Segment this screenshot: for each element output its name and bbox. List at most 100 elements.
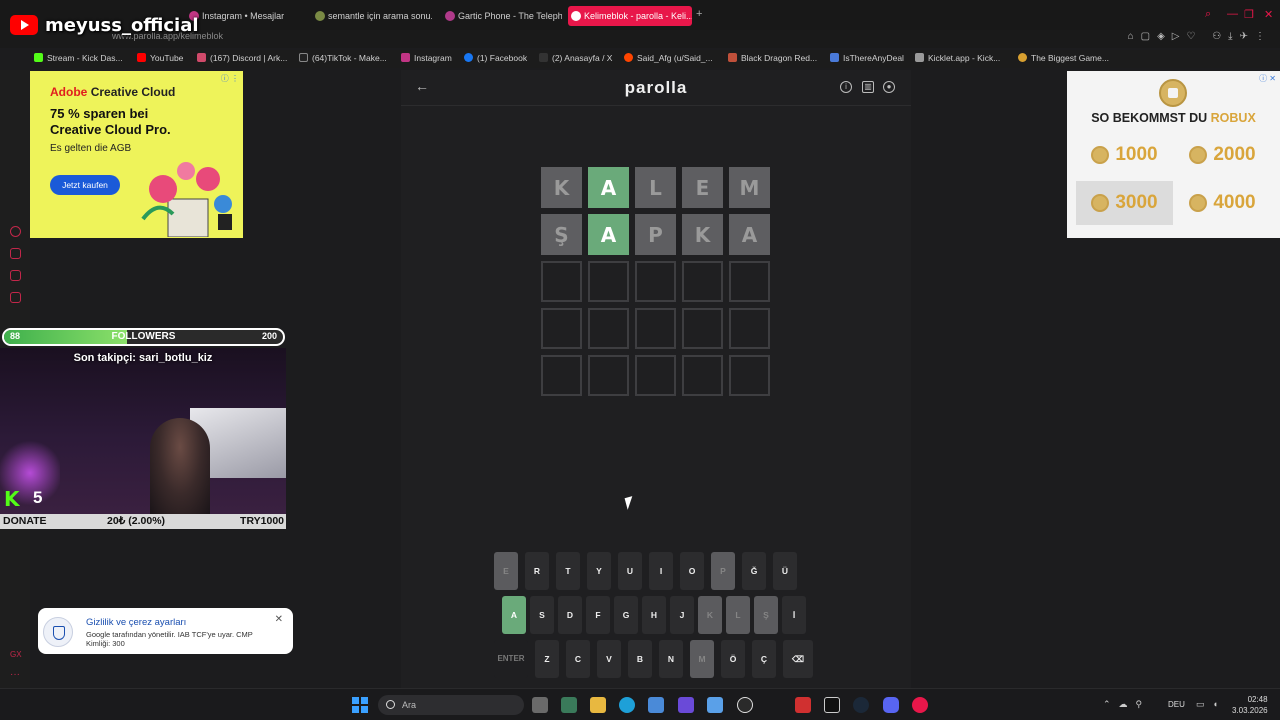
ad-adobe[interactable]: ⓘ ⋮ Adobe Creative Cloud 75 % sparen bei… — [30, 71, 243, 238]
opera-gx-icon[interactable] — [912, 697, 928, 713]
tab-semantle[interactable]: semantle için arama sonu... — [312, 6, 432, 26]
robux-option[interactable]: 3000 — [1076, 181, 1173, 225]
key-l[interactable]: L — [726, 596, 750, 634]
language-indicator[interactable]: DEU — [1168, 700, 1185, 709]
grid-cell — [729, 355, 770, 396]
tab-kelimeblok[interactable]: Kelimeblok - parolla - Keli... — [568, 6, 692, 26]
epic-games-icon[interactable] — [824, 697, 840, 713]
network-volume-icons[interactable]: ▭◖ — [1196, 699, 1226, 710]
tab-instagram[interactable]: Instagram • Mesajlar — [186, 6, 306, 26]
close-icon[interactable]: ✕ — [1264, 8, 1273, 21]
mail-icon[interactable] — [10, 292, 21, 303]
photos-icon[interactable] — [707, 697, 723, 713]
settings-icon[interactable]: GX — [10, 650, 22, 661]
key-j[interactable]: J — [670, 596, 694, 634]
key-k[interactable]: K — [698, 596, 722, 634]
key-v[interactable]: V — [597, 640, 621, 678]
key-y[interactable]: Y — [587, 552, 611, 590]
bookmark-tiktok[interactable]: (64)TikTok - Make... — [299, 53, 387, 63]
file-explorer-icon[interactable] — [532, 697, 548, 713]
key-p[interactable]: P — [711, 552, 735, 590]
key-g[interactable]: G — [614, 596, 638, 634]
bookmark-black-dragon[interactable]: Black Dragon Red... — [728, 53, 817, 63]
discord-icon[interactable] — [883, 697, 899, 713]
key-e[interactable]: E — [494, 552, 518, 590]
key-h[interactable]: H — [642, 596, 666, 634]
bookmark-isthereanydeal[interactable]: IsThereAnyDeal — [830, 53, 904, 63]
key-i[interactable]: I — [649, 552, 673, 590]
calculator-icon[interactable] — [678, 697, 694, 713]
key-b[interactable]: B — [628, 640, 652, 678]
robux-option[interactable]: 4000 — [1174, 181, 1271, 225]
key-ü[interactable]: Ü — [773, 552, 797, 590]
info-icon[interactable]: i — [840, 81, 852, 93]
tab-gartic[interactable]: Gartic Phone - The Teleph... — [442, 6, 562, 26]
ad-robux[interactable]: ⓘ ✕ SO BEKOMMST DU ROBUX 1000 2000 3000 … — [1067, 71, 1280, 238]
bookmark-instagram[interactable]: Instagram — [401, 53, 452, 63]
bookmark-kicklet[interactable]: Kicklet.app - Kick... — [915, 53, 1000, 63]
windows-taskbar: Ara ⌃☁⚲ DEU ▭◖ 02:48 3.03.2026 — [0, 688, 1280, 720]
ad-cta-button[interactable]: Jetzt kaufen — [50, 175, 120, 195]
key-o[interactable]: O — [680, 552, 704, 590]
key-s[interactable]: S — [530, 596, 554, 634]
bookmark-youtube[interactable]: YouTube — [137, 53, 183, 63]
system-tray-icons[interactable]: ⌃☁⚲ — [1103, 699, 1150, 710]
bookmark-x[interactable]: (2) Anasayfa / X — [539, 53, 612, 63]
key-ğ[interactable]: Ğ — [742, 552, 766, 590]
clock[interactable]: 02:48 3.03.2026 — [1232, 694, 1268, 716]
ad-info-icon[interactable]: ⓘ ⋮ — [221, 73, 239, 84]
channel-name: meyuss_official — [45, 14, 199, 36]
ad-info-icon[interactable]: ⓘ ✕ — [1259, 73, 1276, 84]
bookmark-kick[interactable]: Stream - Kick Das... — [34, 53, 123, 63]
bookmark-discord[interactable]: (167) Discord | Ark... — [197, 53, 287, 63]
key-d[interactable]: D — [558, 596, 582, 634]
key-z[interactable]: Z — [535, 640, 559, 678]
folder-icon[interactable] — [590, 697, 606, 713]
backspace-icon[interactable]: ⌫ — [783, 640, 813, 678]
search-icon[interactable]: ⌕ — [1205, 8, 1211, 21]
maximize-icon[interactable]: ❐ — [1244, 8, 1254, 21]
close-icon[interactable]: ✕ — [275, 614, 283, 625]
key-u[interactable]: U — [618, 552, 642, 590]
grid-cell: K — [541, 167, 582, 208]
taskbar-search[interactable]: Ara — [378, 695, 524, 715]
bookmark-biggest-game[interactable]: The Biggest Game... — [1018, 53, 1109, 63]
store-icon[interactable] — [648, 697, 664, 713]
robux-option[interactable]: 2000 — [1174, 133, 1271, 177]
edge-icon[interactable] — [619, 697, 635, 713]
windows-start-icon[interactable] — [352, 697, 368, 713]
key-a[interactable]: A — [502, 596, 526, 634]
minimize-icon[interactable]: — — [1227, 8, 1238, 20]
robux-option[interactable]: 1000 — [1076, 133, 1173, 177]
more-icon[interactable]: ··· — [10, 670, 21, 683]
key-f[interactable]: F — [586, 596, 610, 634]
stats-icon[interactable]: ▥ — [862, 81, 874, 93]
steam-icon[interactable] — [853, 697, 869, 713]
bookmark-reddit[interactable]: Said_Afg (u/Said_... — [624, 53, 713, 63]
account-icon[interactable]: ● — [883, 81, 895, 93]
app-icon[interactable] — [795, 697, 811, 713]
key-ç[interactable]: Ç — [752, 640, 776, 678]
consent-title[interactable]: Gizlilik ve çerez ayarları — [86, 617, 186, 628]
chat-icon[interactable] — [10, 270, 21, 281]
key-i̇[interactable]: İ — [782, 596, 806, 634]
enter-key[interactable]: ENTER — [494, 640, 528, 678]
kicklet-icon — [915, 53, 924, 62]
widgets-icon[interactable] — [561, 697, 577, 713]
key-c[interactable]: C — [566, 640, 590, 678]
new-tab-button[interactable]: + — [696, 8, 702, 20]
grid-cell: M — [729, 167, 770, 208]
key-ş[interactable]: Ş — [754, 596, 778, 634]
shopping-icon[interactable] — [10, 248, 21, 259]
toolbar-icons[interactable]: ⌂▢◈▷♡ ⚇⤓✈⋮ — [1128, 31, 1272, 42]
bookmark-facebook[interactable]: (1) Facebook — [464, 53, 527, 63]
key-t[interactable]: T — [556, 552, 580, 590]
key-m[interactable]: M — [690, 640, 714, 678]
history-icon[interactable] — [10, 226, 21, 237]
obs-icon[interactable] — [737, 697, 753, 713]
key-r[interactable]: R — [525, 552, 549, 590]
cookie-consent-popup[interactable]: Gizlilik ve çerez ayarları Google tarafı… — [38, 608, 293, 654]
x-icon — [539, 53, 548, 62]
key-n[interactable]: N — [659, 640, 683, 678]
key-ö[interactable]: Ö — [721, 640, 745, 678]
